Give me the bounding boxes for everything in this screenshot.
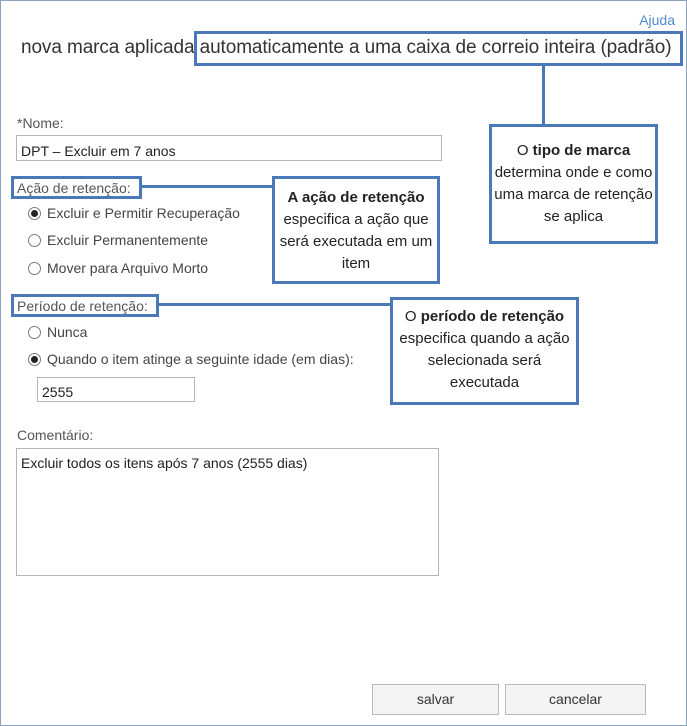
radio-delete-permanently-label: Excluir Permanentemente — [47, 232, 209, 248]
retention-action-label-highlight — [11, 176, 142, 199]
radio-age-days[interactable]: Quando o item atinge a seguinte idade (e… — [28, 351, 354, 367]
tag-type-highlight-border — [194, 31, 683, 66]
radio-age-days-label: Quando o item atinge a seguinte idade (e… — [47, 351, 354, 367]
callout-retention-action-text: especifica a ação que será executada em … — [279, 211, 433, 272]
radio-move-to-archive-label: Mover para Arquivo Morto — [47, 260, 209, 276]
tag-type-connector — [542, 66, 545, 125]
callout-retention-period-bold: período de retenção — [420, 308, 565, 325]
radio-age-days-button[interactable] — [28, 352, 41, 366]
save-button[interactable]: salvar — [372, 684, 499, 715]
radio-delete-allow-recovery-label: Excluir e Permitir Recuperação — [47, 205, 240, 221]
callout-tag-type-prefix: O — [516, 142, 533, 159]
cancel-button[interactable]: cancelar — [505, 684, 646, 715]
radio-delete-allow-recovery-button[interactable] — [28, 206, 41, 220]
callout-retention-period-prefix: O — [404, 308, 421, 325]
radio-move-to-archive-button[interactable] — [28, 261, 41, 275]
retention-period-connector — [159, 303, 391, 306]
callout-tag-type-bold: tipo de marca — [532, 142, 631, 159]
callout-retention-action: A ação de retenção especifica a ação que… — [272, 176, 440, 284]
callout-tag-type: O tipo de marca determina onde e como um… — [489, 124, 658, 244]
retention-action-connector — [142, 185, 273, 188]
comment-label: Comentário: — [17, 427, 94, 443]
help-link[interactable]: Ajuda — [639, 12, 675, 28]
retention-period-label-highlight — [11, 294, 159, 317]
radio-delete-permanently-button[interactable] — [28, 233, 41, 247]
age-days-field[interactable]: 2555 — [37, 377, 195, 402]
name-field[interactable]: DPT – Excluir em 7 anos — [16, 135, 442, 161]
callout-retention-action-bold: A ação de retenção — [287, 189, 425, 206]
callout-retention-period-text: especifica quando a ação selecionada ser… — [399, 330, 570, 391]
radio-never[interactable]: Nunca — [28, 324, 87, 340]
radio-delete-permanently[interactable]: Excluir Permanentemente — [28, 232, 208, 248]
radio-never-label: Nunca — [47, 324, 88, 340]
comment-textarea[interactable]: Excluir todos os itens após 7 anos (2555… — [16, 448, 439, 576]
radio-move-to-archive[interactable]: Mover para Arquivo Morto — [28, 260, 208, 276]
callout-tag-type-text: determina onde e como uma marca de reten… — [494, 164, 653, 225]
radio-never-button[interactable] — [28, 325, 41, 339]
callout-retention-period: O período de retenção especifica quando … — [390, 297, 579, 405]
name-label: *Nome: — [17, 115, 64, 131]
radio-delete-allow-recovery[interactable]: Excluir e Permitir Recuperação — [28, 205, 240, 221]
page-title-prefix: nova marca aplicada — [21, 37, 200, 58]
